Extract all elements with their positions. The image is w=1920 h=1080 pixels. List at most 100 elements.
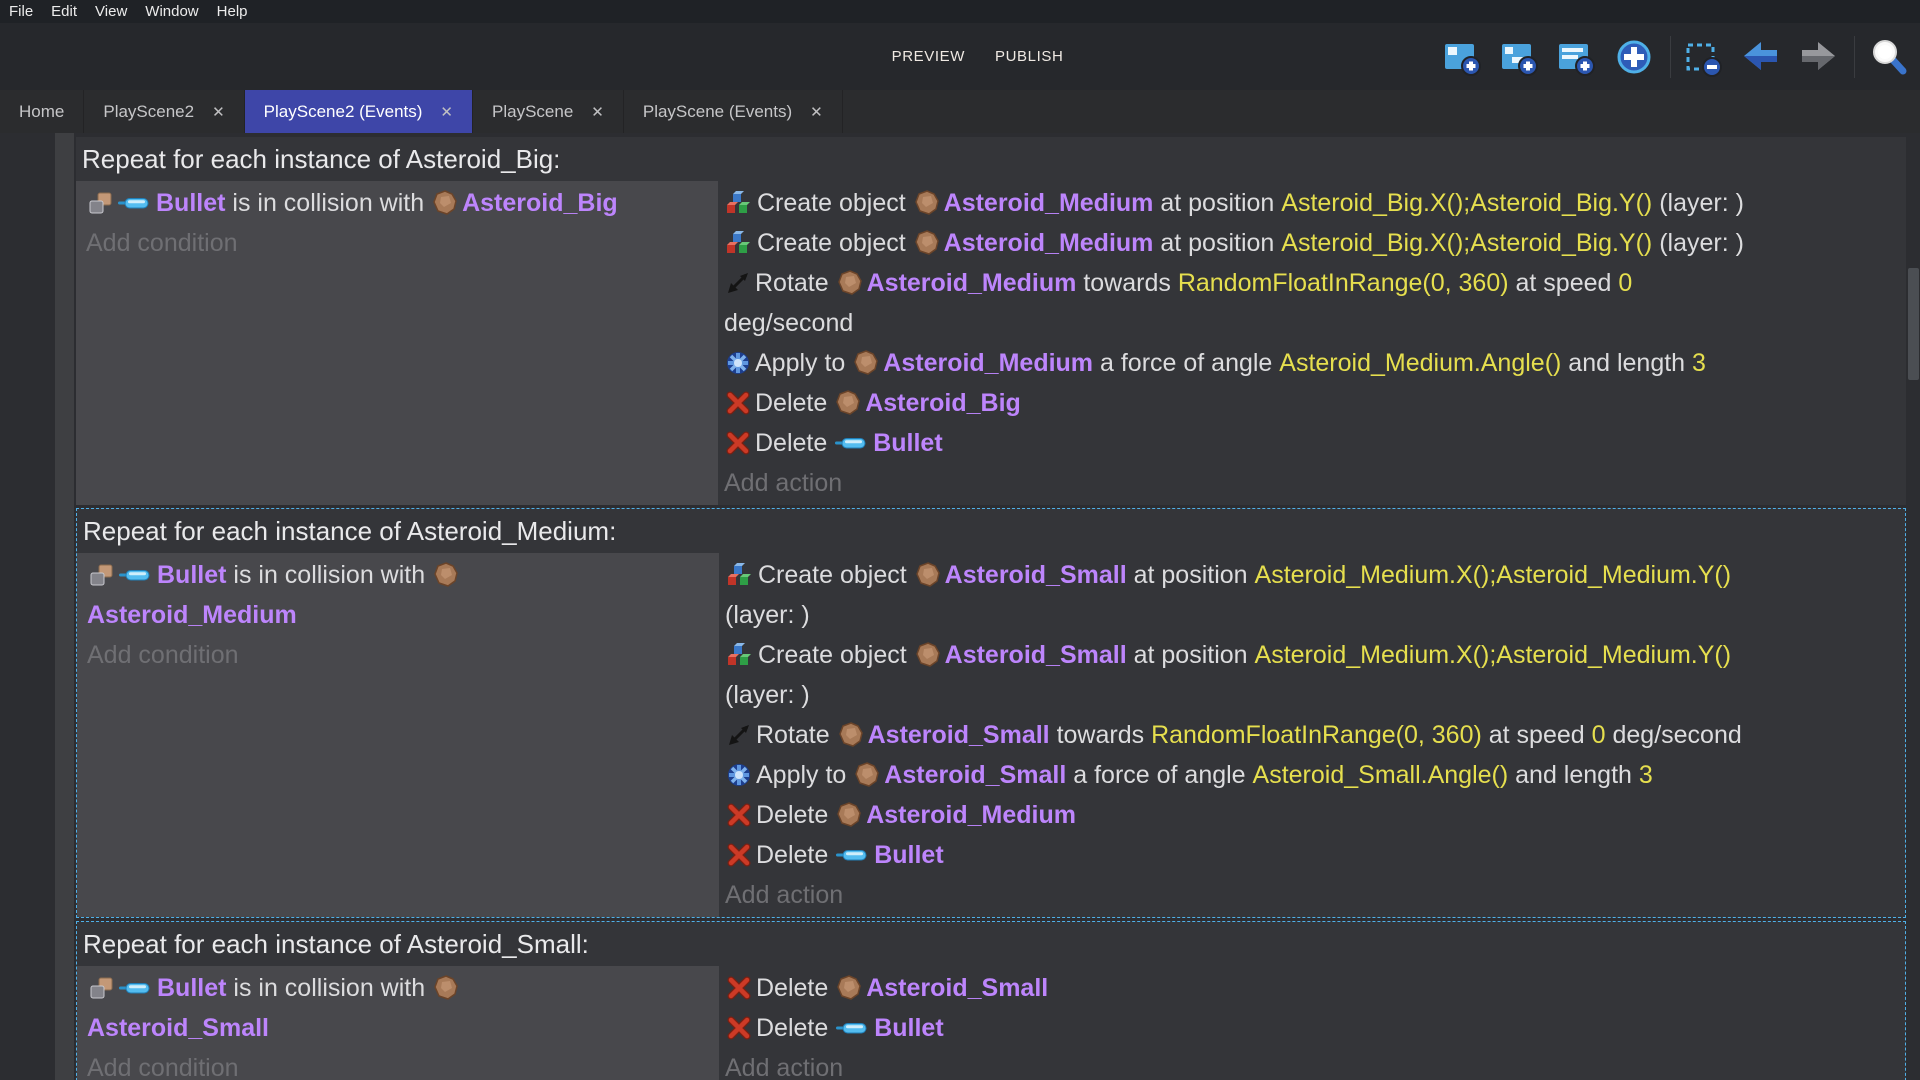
action-row[interactable]: Create object Asteroid_Small at position… xyxy=(725,555,1905,595)
tab-playscene[interactable]: PlayScene✕ xyxy=(473,90,624,133)
action-row[interactable]: Delete Asteroid_Big xyxy=(724,383,1906,423)
condition-row[interactable]: Add condition xyxy=(86,223,718,263)
condition-row[interactable]: Bullet is in collision with xyxy=(87,555,719,595)
action-row[interactable]: Delete Asteroid_Medium xyxy=(725,795,1905,835)
menu-help[interactable]: Help xyxy=(217,3,258,20)
bullet-icon xyxy=(119,979,153,997)
delete-icon xyxy=(726,802,752,828)
tab-close-icon[interactable]: ✕ xyxy=(810,103,823,121)
asteroid-icon xyxy=(837,270,863,296)
action-row[interactable]: (layer: ) xyxy=(725,675,1905,715)
action-row[interactable]: Delete Bullet xyxy=(724,423,1906,463)
scrollbar-thumb[interactable] xyxy=(1908,268,1919,380)
condition-row[interactable]: Asteroid_Small xyxy=(87,1008,719,1048)
asteroid-icon xyxy=(433,975,459,1001)
menu-edit[interactable]: Edit xyxy=(51,3,87,20)
condition-row[interactable]: Bullet is in collision with Asteroid_Big xyxy=(86,183,718,223)
event-header[interactable]: Repeat for each instance of Asteroid_Med… xyxy=(77,509,1905,553)
undo-button[interactable] xyxy=(1740,37,1785,77)
tab-close-icon[interactable]: ✕ xyxy=(212,103,225,121)
action-row[interactable]: Add action xyxy=(725,1048,1905,1080)
instruction-text: a force of angle xyxy=(1093,349,1279,378)
add-condition-button[interactable]: Add condition xyxy=(87,1054,239,1080)
action-row[interactable]: Create object Asteroid_Medium at positio… xyxy=(724,223,1906,263)
rotate-icon xyxy=(726,722,752,748)
bullet-icon xyxy=(118,194,152,212)
redo-button[interactable] xyxy=(1797,37,1842,77)
collision-icon xyxy=(87,191,113,215)
event-block-selected[interactable]: Repeat for each instance of Asteroid_Med… xyxy=(76,508,1906,918)
add-action-button[interactable]: Add action xyxy=(724,469,842,498)
object-name: Bullet xyxy=(874,841,943,870)
expression-parameter: 3 xyxy=(1639,761,1653,790)
action-row[interactable]: Rotate Asteroid_Small towards RandomFloa… xyxy=(725,715,1905,755)
bullet-icon xyxy=(119,566,153,584)
asteroid-icon xyxy=(853,350,879,376)
add-condition-button[interactable]: Add condition xyxy=(87,641,239,670)
add-circle-button[interactable] xyxy=(1613,37,1658,77)
instruction-text: (layer: ) xyxy=(725,601,810,630)
vertical-scrollbar[interactable] xyxy=(1906,133,1920,1080)
tab-close-icon[interactable]: ✕ xyxy=(440,103,453,121)
expression-parameter: Asteroid_Big.X();Asteroid_Big.Y() xyxy=(1281,229,1652,258)
condition-row[interactable]: Add condition xyxy=(87,635,719,675)
object-name: Asteroid_Big xyxy=(865,389,1021,418)
action-row[interactable]: Create object Asteroid_Small at position… xyxy=(725,635,1905,675)
action-row[interactable]: deg/second xyxy=(724,303,1906,343)
event-block-selected[interactable]: Repeat for each instance of Asteroid_Sma… xyxy=(76,921,1906,1080)
action-row[interactable]: Apply to Asteroid_Medium a force of angl… xyxy=(724,343,1906,383)
action-row[interactable]: Apply to Asteroid_Small a force of angle… xyxy=(725,755,1905,795)
tab-playscene-events[interactable]: PlayScene (Events)✕ xyxy=(624,90,843,133)
add-event-button[interactable] xyxy=(1442,37,1487,77)
action-row[interactable]: Create object Asteroid_Medium at positio… xyxy=(724,183,1906,223)
asteroid-icon xyxy=(432,190,458,216)
condition-row[interactable]: Add condition xyxy=(87,1048,719,1080)
expression-parameter: RandomFloatInRange(0, 360) xyxy=(1151,721,1482,750)
instruction-text: Create object xyxy=(758,641,914,670)
create-icon xyxy=(726,641,754,669)
action-row[interactable]: (layer: ) xyxy=(725,595,1905,635)
expression-parameter: Asteroid_Medium.X();Asteroid_Medium.Y() xyxy=(1255,561,1732,590)
condition-row[interactable]: Bullet is in collision with xyxy=(87,968,719,1008)
instruction-text: Create object xyxy=(758,561,914,590)
action-row[interactable]: Delete Asteroid_Small xyxy=(725,968,1905,1008)
menu-file[interactable]: File xyxy=(9,3,43,20)
action-row[interactable]: Delete Bullet xyxy=(725,1008,1905,1048)
publish-button[interactable]: PUBLISH xyxy=(981,48,1063,65)
preview-button[interactable]: PREVIEW xyxy=(878,48,965,65)
tab-playscene2-events[interactable]: PlayScene2 (Events)✕ xyxy=(245,90,473,133)
event-header[interactable]: Repeat for each instance of Asteroid_Sma… xyxy=(77,922,1905,966)
instruction-text: (layer: ) xyxy=(725,681,810,710)
add-comment-button[interactable] xyxy=(1556,37,1601,77)
undo-icon xyxy=(1741,37,1781,77)
instruction-text: at position xyxy=(1127,561,1255,590)
search-button[interactable] xyxy=(1867,37,1912,77)
menu-window[interactable]: Window xyxy=(145,3,208,20)
add-action-button[interactable]: Add action xyxy=(725,881,843,910)
add-condition-button[interactable]: Add condition xyxy=(86,229,238,258)
action-row[interactable]: Add action xyxy=(725,875,1905,915)
add-subevent-button[interactable] xyxy=(1499,37,1544,77)
condition-row[interactable]: Asteroid_Medium xyxy=(87,595,719,635)
event-block[interactable]: Repeat for each instance of Asteroid_Big… xyxy=(76,137,1906,505)
menu-view[interactable]: View xyxy=(95,3,137,20)
menu-bar: File Edit View Window Help xyxy=(0,0,1920,23)
action-row[interactable]: Add action xyxy=(724,463,1906,503)
instruction-text: Create object xyxy=(757,189,913,218)
action-row[interactable]: Rotate Asteroid_Medium towards RandomFlo… xyxy=(724,263,1906,303)
delete-selection-button[interactable] xyxy=(1683,37,1728,77)
tab-playscene2[interactable]: PlayScene2✕ xyxy=(84,90,244,133)
instruction-text: Delete xyxy=(755,429,834,458)
rotate-icon xyxy=(725,270,751,296)
tab-label: Home xyxy=(19,102,64,122)
toolbar-separator xyxy=(1670,36,1671,78)
delete-icon xyxy=(725,390,751,416)
tab-close-icon[interactable]: ✕ xyxy=(591,103,604,121)
tab-home[interactable]: Home xyxy=(0,90,84,133)
event-header[interactable]: Repeat for each instance of Asteroid_Big… xyxy=(76,137,1906,181)
object-name: Asteroid_Big xyxy=(462,189,618,218)
add-action-button[interactable]: Add action xyxy=(725,1054,843,1080)
conditions-column: Bullet is in collision with Asteroid_Sma… xyxy=(77,966,719,1080)
action-row[interactable]: Delete Bullet xyxy=(725,835,1905,875)
event-body: Bullet is in collision with Asteroid_Med… xyxy=(77,553,1905,917)
